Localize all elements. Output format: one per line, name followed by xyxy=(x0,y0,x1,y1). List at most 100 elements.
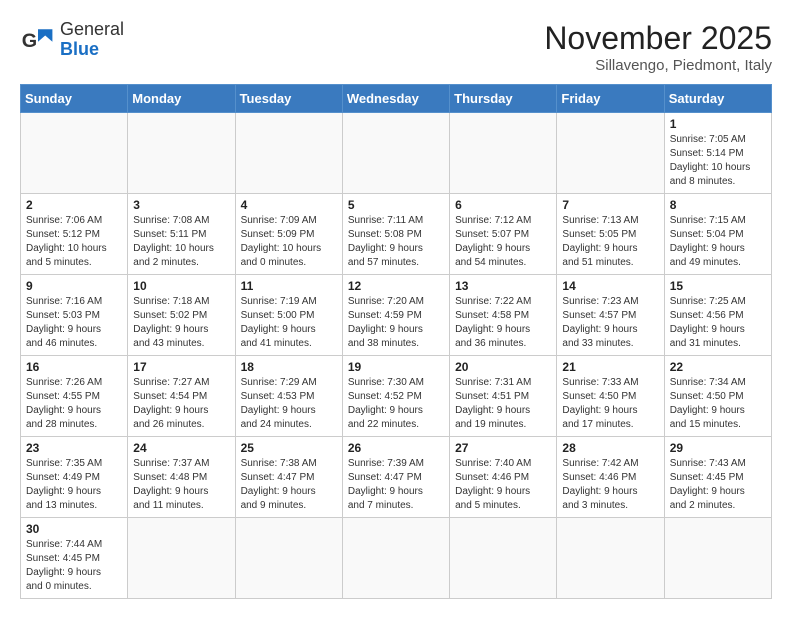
calendar-cell: 7Sunrise: 7:13 AM Sunset: 5:05 PM Daylig… xyxy=(557,194,664,275)
weekday-header-tuesday: Tuesday xyxy=(235,85,342,113)
day-number: 24 xyxy=(133,441,229,455)
day-info: Sunrise: 7:43 AM Sunset: 4:45 PM Dayligh… xyxy=(670,457,766,513)
day-number: 18 xyxy=(241,360,337,374)
calendar-cell: 20Sunrise: 7:31 AM Sunset: 4:51 PM Dayli… xyxy=(450,356,557,437)
day-number: 9 xyxy=(26,279,122,293)
calendar-cell: 30 Sunrise: 7:44 AM Sunset: 4:45 PM Dayli… xyxy=(21,518,128,599)
calendar-cell xyxy=(128,113,235,194)
day-number: 4 xyxy=(241,198,337,212)
day-info: Sunrise: 7:11 AM Sunset: 5:08 PM Dayligh… xyxy=(348,214,444,270)
day-number: 2 xyxy=(26,198,122,212)
location: Sillavengo, Piedmont, Italy xyxy=(544,57,772,74)
calendar-cell: 10Sunrise: 7:18 AM Sunset: 5:02 PM Dayli… xyxy=(128,275,235,356)
calendar-cell: 11 Sunrise: 7:19 AM Sunset: 5:00 PM Dayli… xyxy=(235,275,342,356)
day-info: Sunrise: 7:33 AM Sunset: 4:50 PM Dayligh… xyxy=(562,376,658,432)
day-number: 8 xyxy=(670,198,766,212)
day-number: 14 xyxy=(562,279,658,293)
calendar-cell: 23 Sunrise: 7:35 AM Sunset: 4:49 PM Dayli… xyxy=(21,437,128,518)
calendar-cell: 12Sunrise: 7:20 AM Sunset: 4:59 PM Dayli… xyxy=(342,275,449,356)
day-info: Sunrise: 7:09 AM Sunset: 5:09 PM Dayligh… xyxy=(241,214,337,270)
calendar-cell: 16 Sunrise: 7:26 AM Sunset: 4:55 PM Dayli… xyxy=(21,356,128,437)
svg-text:G: G xyxy=(22,30,37,52)
day-info: Sunrise: 7:30 AM Sunset: 4:52 PM Dayligh… xyxy=(348,376,444,432)
day-number: 23 xyxy=(26,441,122,455)
weekday-header-sunday: Sunday xyxy=(21,85,128,113)
day-info: Sunrise: 7:18 AM Sunset: 5:02 PM Dayligh… xyxy=(133,295,229,351)
day-info: Sunrise: 7:05 AM Sunset: 5:14 PM Dayligh… xyxy=(670,133,766,189)
calendar-cell: 5Sunrise: 7:11 AM Sunset: 5:08 PM Daylig… xyxy=(342,194,449,275)
day-info: Sunrise: 7:27 AM Sunset: 4:54 PM Dayligh… xyxy=(133,376,229,432)
day-info: Sunrise: 7:42 AM Sunset: 4:46 PM Dayligh… xyxy=(562,457,658,513)
day-info: Sunrise: 7:16 AM Sunset: 5:03 PM Dayligh… xyxy=(26,295,122,351)
calendar-cell: 3Sunrise: 7:08 AM Sunset: 5:11 PM Daylig… xyxy=(128,194,235,275)
day-number: 25 xyxy=(241,441,337,455)
day-info: Sunrise: 7:20 AM Sunset: 4:59 PM Dayligh… xyxy=(348,295,444,351)
calendar-cell: 18Sunrise: 7:29 AM Sunset: 4:53 PM Dayli… xyxy=(235,356,342,437)
calendar-cell: 14 Sunrise: 7:23 AM Sunset: 4:57 PM Dayli… xyxy=(557,275,664,356)
calendar-cell: 26 Sunrise: 7:39 AM Sunset: 4:47 PM Dayli… xyxy=(342,437,449,518)
day-number: 1 xyxy=(670,117,766,131)
day-number: 28 xyxy=(562,441,658,455)
day-number: 16 xyxy=(26,360,122,374)
day-info: Sunrise: 7:22 AM Sunset: 4:58 PM Dayligh… xyxy=(455,295,551,351)
header: G GeneralBlue November 2025 Sillavengo, … xyxy=(20,20,772,74)
day-info: Sunrise: 7:12 AM Sunset: 5:07 PM Dayligh… xyxy=(455,214,551,270)
calendar-cell: 19 Sunrise: 7:30 AM Sunset: 4:52 PM Dayli… xyxy=(342,356,449,437)
day-number: 6 xyxy=(455,198,551,212)
logo-icon: G xyxy=(20,22,56,58)
day-info: Sunrise: 7:13 AM Sunset: 5:05 PM Dayligh… xyxy=(562,214,658,270)
week-row-6: 30 Sunrise: 7:44 AM Sunset: 4:45 PM Dayli… xyxy=(21,518,772,599)
calendar-cell xyxy=(235,113,342,194)
calendar-cell: 25 Sunrise: 7:38 AM Sunset: 4:47 PM Dayli… xyxy=(235,437,342,518)
day-info: Sunrise: 7:44 AM Sunset: 4:45 PM Dayligh… xyxy=(26,538,122,594)
calendar-cell xyxy=(342,113,449,194)
calendar-cell xyxy=(235,518,342,599)
calendar-cell: 6 Sunrise: 7:12 AM Sunset: 5:07 PM Daylig… xyxy=(450,194,557,275)
calendar-cell xyxy=(557,113,664,194)
day-info: Sunrise: 7:19 AM Sunset: 5:00 PM Dayligh… xyxy=(241,295,337,351)
day-number: 22 xyxy=(670,360,766,374)
day-info: Sunrise: 7:34 AM Sunset: 4:50 PM Dayligh… xyxy=(670,376,766,432)
logo-text: GeneralBlue xyxy=(60,20,124,60)
calendar: SundayMondayTuesdayWednesdayThursdayFrid… xyxy=(20,84,772,599)
calendar-cell xyxy=(21,113,128,194)
calendar-cell: 15Sunrise: 7:25 AM Sunset: 4:56 PM Dayli… xyxy=(664,275,771,356)
day-number: 11 xyxy=(241,279,337,293)
day-info: Sunrise: 7:37 AM Sunset: 4:48 PM Dayligh… xyxy=(133,457,229,513)
calendar-cell xyxy=(450,518,557,599)
calendar-cell xyxy=(128,518,235,599)
day-number: 15 xyxy=(670,279,766,293)
calendar-cell xyxy=(557,518,664,599)
day-info: Sunrise: 7:38 AM Sunset: 4:47 PM Dayligh… xyxy=(241,457,337,513)
day-number: 19 xyxy=(348,360,444,374)
day-info: Sunrise: 7:26 AM Sunset: 4:55 PM Dayligh… xyxy=(26,376,122,432)
weekday-header-saturday: Saturday xyxy=(664,85,771,113)
month-year: November 2025 xyxy=(544,20,772,57)
day-info: Sunrise: 7:06 AM Sunset: 5:12 PM Dayligh… xyxy=(26,214,122,270)
calendar-cell: 21Sunrise: 7:33 AM Sunset: 4:50 PM Dayli… xyxy=(557,356,664,437)
weekday-header-monday: Monday xyxy=(128,85,235,113)
day-number: 26 xyxy=(348,441,444,455)
weekday-header-wednesday: Wednesday xyxy=(342,85,449,113)
calendar-cell: 1 Sunrise: 7:05 AM Sunset: 5:14 PM Daylig… xyxy=(664,113,771,194)
calendar-cell: 4 Sunrise: 7:09 AM Sunset: 5:09 PM Daylig… xyxy=(235,194,342,275)
calendar-cell: 8 Sunrise: 7:15 AM Sunset: 5:04 PM Daylig… xyxy=(664,194,771,275)
calendar-cell: 24 Sunrise: 7:37 AM Sunset: 4:48 PM Dayli… xyxy=(128,437,235,518)
week-row-2: 2 Sunrise: 7:06 AM Sunset: 5:12 PM Daylig… xyxy=(21,194,772,275)
day-number: 29 xyxy=(670,441,766,455)
day-number: 17 xyxy=(133,360,229,374)
day-info: Sunrise: 7:35 AM Sunset: 4:49 PM Dayligh… xyxy=(26,457,122,513)
calendar-cell: 29 Sunrise: 7:43 AM Sunset: 4:45 PM Dayli… xyxy=(664,437,771,518)
day-info: Sunrise: 7:08 AM Sunset: 5:11 PM Dayligh… xyxy=(133,214,229,270)
day-number: 30 xyxy=(26,522,122,536)
calendar-cell: 28 Sunrise: 7:42 AM Sunset: 4:46 PM Dayli… xyxy=(557,437,664,518)
day-info: Sunrise: 7:23 AM Sunset: 4:57 PM Dayligh… xyxy=(562,295,658,351)
day-info: Sunrise: 7:39 AM Sunset: 4:47 PM Dayligh… xyxy=(348,457,444,513)
calendar-cell: 17 Sunrise: 7:27 AM Sunset: 4:54 PM Dayli… xyxy=(128,356,235,437)
logo: G GeneralBlue xyxy=(20,20,124,60)
calendar-cell: 22 Sunrise: 7:34 AM Sunset: 4:50 PM Dayli… xyxy=(664,356,771,437)
day-number: 27 xyxy=(455,441,551,455)
day-info: Sunrise: 7:15 AM Sunset: 5:04 PM Dayligh… xyxy=(670,214,766,270)
calendar-cell: 27Sunrise: 7:40 AM Sunset: 4:46 PM Dayli… xyxy=(450,437,557,518)
week-row-5: 23 Sunrise: 7:35 AM Sunset: 4:49 PM Dayli… xyxy=(21,437,772,518)
